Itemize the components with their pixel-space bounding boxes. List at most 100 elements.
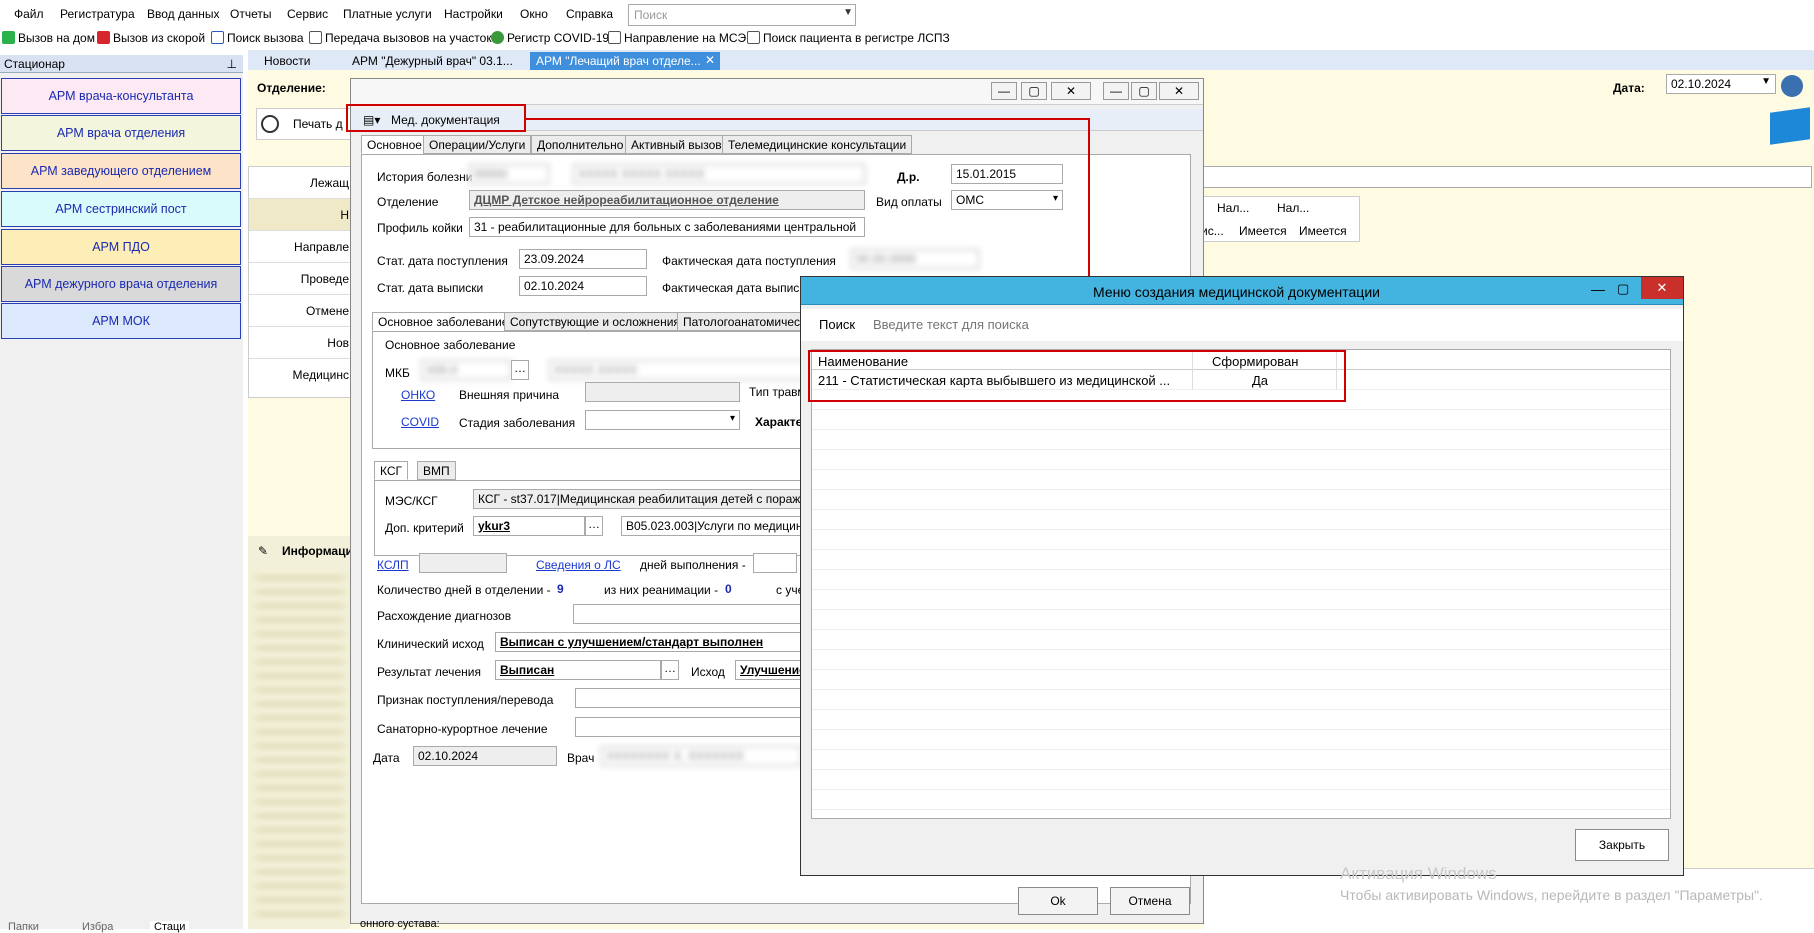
global-search-input[interactable]: Поиск ▼: [628, 4, 856, 26]
bed-profile-select[interactable]: 31 - реабилитационные для больных с забо…: [469, 217, 865, 237]
side-item[interactable]: Отмене: [306, 304, 349, 318]
close-button[interactable]: ✕: [1159, 82, 1199, 100]
drug-info-link[interactable]: Сведения о ЛС: [536, 558, 621, 572]
close-dialog-button[interactable]: Закрыть: [1575, 829, 1669, 861]
ok-button[interactable]: Ok: [1018, 887, 1098, 915]
minimize-button[interactable]: —: [991, 82, 1017, 100]
payment-type-select[interactable]: ОМС ▾: [951, 190, 1063, 210]
result-browse-button[interactable]: …: [661, 660, 679, 680]
menu-paid[interactable]: Платные услуги: [343, 7, 432, 21]
tab-complications[interactable]: Сопутствующие и осложнения: [504, 312, 686, 331]
side-item[interactable]: Нов: [327, 336, 349, 350]
transfer-calls-button[interactable]: Передача вызовов на участок: [309, 31, 492, 45]
maximize-button[interactable]: ▢: [1131, 82, 1157, 100]
bottom-tab-favorites[interactable]: Избра: [82, 921, 113, 933]
menu-registratura[interactable]: Регистратура: [60, 7, 135, 21]
menu-input[interactable]: Ввод данных: [147, 7, 220, 21]
arm-head-department-button[interactable]: АРМ заведующего отделением: [1, 153, 241, 189]
tab-main[interactable]: Основное: [361, 135, 428, 154]
side-item[interactable]: Проведе: [301, 272, 349, 286]
outcome-field[interactable]: Улучшение: [735, 660, 803, 680]
tab-duty-doctor[interactable]: АРМ "Дежурный врач" 03.1...: [346, 52, 519, 70]
tab-operations[interactable]: Операции/Услуги: [423, 135, 532, 154]
grid-header[interactable]: Нал...: [1277, 201, 1309, 215]
additional-criterion-field[interactable]: ykur3: [473, 516, 585, 536]
filter-field[interactable]: [1200, 166, 1812, 188]
bottom-tab-stationar[interactable]: Стаци: [150, 921, 190, 933]
arm-duty-doctor-button[interactable]: АРМ дежурного врача отделения: [1, 266, 241, 302]
covid-link[interactable]: COVID: [401, 415, 439, 429]
clinical-outcome-field[interactable]: Выписан с улучшением/стандарт выполнен: [495, 632, 803, 652]
menu-settings[interactable]: Настройки: [444, 7, 503, 21]
arm-mok-button[interactable]: АРМ МОК: [1, 303, 241, 339]
mkb-field[interactable]: X00.0: [421, 360, 511, 380]
cancel-button[interactable]: Отмена: [1110, 887, 1190, 915]
stat-admission-date[interactable]: 23.09.2024: [519, 249, 647, 269]
admission-sign-field[interactable]: [575, 688, 803, 708]
sanatorium-field[interactable]: [575, 717, 803, 737]
minimize-button[interactable]: —: [1103, 82, 1129, 100]
birthdate-field[interactable]: 15.01.2015: [951, 164, 1063, 184]
kslp-field[interactable]: [419, 553, 507, 573]
diagnosis-mismatch-field[interactable]: [573, 604, 803, 624]
treatment-result-field[interactable]: Выписан: [495, 660, 661, 680]
tab-telemedicine[interactable]: Телемедицинские консультации: [722, 135, 913, 154]
menu-reports[interactable]: Отчеты: [230, 7, 271, 21]
grid-header[interactable]: Нал...: [1217, 201, 1249, 215]
menu-service[interactable]: Сервис: [287, 7, 328, 21]
med-doc-search-input[interactable]: [873, 313, 1273, 335]
arm-department-doctor-button[interactable]: АРМ врача отделения: [1, 115, 241, 151]
tab-main-disease[interactable]: Основное заболевание: [372, 312, 515, 331]
bottom-tab-folders[interactable]: Папки: [8, 921, 39, 933]
side-item[interactable]: Лежащ: [310, 176, 349, 190]
side-item[interactable]: Направле: [294, 240, 349, 254]
mse-referral-button[interactable]: Направление на МСЭ: [608, 31, 746, 45]
side-item[interactable]: Медицинс: [293, 368, 349, 382]
toolbar: Вызов на дом Вызов из скорой Поиск вызов…: [0, 28, 1814, 50]
maximize-button[interactable]: ▢: [1021, 82, 1047, 100]
close-icon[interactable]: ✕: [705, 53, 715, 67]
mkb-browse-button[interactable]: …: [511, 360, 529, 380]
date-input[interactable]: 02.10.2024 ▼: [1666, 74, 1776, 94]
close-button[interactable]: ✕: [1641, 277, 1683, 299]
tab-ksg[interactable]: КСГ: [374, 461, 409, 480]
covid-register-button[interactable]: Регистр COVID-19: [491, 31, 609, 45]
external-cause-field[interactable]: [585, 382, 740, 402]
tab-active-call[interactable]: Активный вызов: [625, 135, 728, 154]
search-call-button[interactable]: Поиск вызова: [211, 31, 304, 45]
date-field[interactable]: 02.10.2024: [413, 746, 557, 766]
criterion-browse-button[interactable]: …: [585, 516, 603, 536]
side-item[interactable]: Н: [340, 208, 349, 222]
minimize-button[interactable]: —: [1591, 281, 1605, 297]
arm-consultant-button[interactable]: АРМ врача-консультанта: [1, 78, 241, 114]
menu-file[interactable]: Файл: [14, 7, 44, 21]
ambulance-call-button[interactable]: Вызов из скорой: [97, 31, 205, 45]
print-button[interactable]: Печать д: [256, 108, 356, 140]
patient-name-field[interactable]: XXXXX XXXXX XXXXX: [573, 164, 865, 184]
doctor-field[interactable]: XXXXXXXX X. XXXXXXX: [601, 746, 801, 766]
tab-pathology[interactable]: Патологоанатомическ: [677, 312, 812, 331]
department-field[interactable]: ДЦМР Детское нейрореабилитационное отдел…: [469, 190, 865, 210]
home-call-button[interactable]: Вызов на дом: [2, 31, 95, 45]
days-executed-field[interactable]: [753, 553, 797, 573]
maximize-button[interactable]: ▢: [1617, 281, 1629, 297]
tab-news[interactable]: Новости: [258, 52, 316, 70]
tab-additional[interactable]: Дополнительно: [531, 135, 630, 154]
lspz-search-button[interactable]: Поиск пациента в регистре ЛСПЗ: [747, 31, 950, 45]
actual-admission-date[interactable]: 00.00.0000: [851, 249, 979, 269]
pin-icon[interactable]: ⊥: [227, 57, 237, 71]
tab-vmp[interactable]: ВМП: [417, 461, 456, 480]
stage-select[interactable]: ▾: [585, 410, 740, 430]
onko-link[interactable]: ОНКО: [401, 388, 435, 402]
gear-icon[interactable]: [1781, 75, 1803, 97]
stat-discharge-date[interactable]: 02.10.2024: [519, 276, 647, 296]
close-button[interactable]: ✕: [1051, 82, 1091, 100]
kslp-link[interactable]: КСЛП: [377, 558, 409, 572]
menu-help[interactable]: Справка: [566, 7, 613, 21]
tab-attending-doctor[interactable]: АРМ "Лечащий врач отделе... ✕: [530, 52, 720, 70]
arm-nurse-post-button[interactable]: АРМ сестринский пост: [1, 191, 241, 227]
menu-window[interactable]: Окно: [520, 7, 548, 21]
case-history-number[interactable]: 00000: [469, 164, 549, 184]
mes-ksg-field[interactable]: КСГ - st37.017|Медицинская реабилитация …: [473, 489, 849, 509]
arm-pdo-button[interactable]: АРМ ПДО: [1, 229, 241, 265]
